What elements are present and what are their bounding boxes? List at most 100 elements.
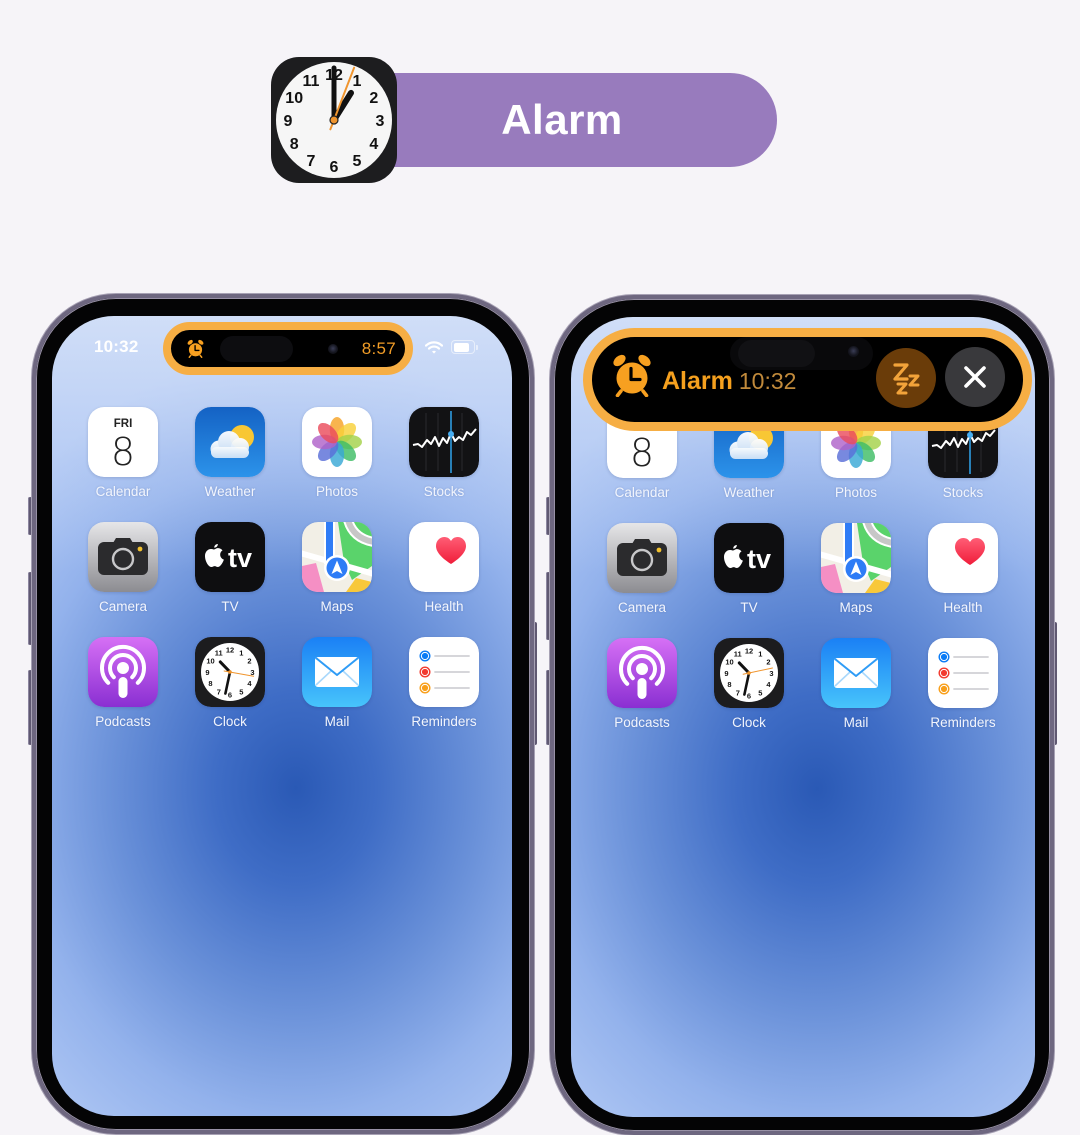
app-photos[interactable]: Photos — [302, 407, 372, 499]
reminders-icon — [928, 638, 998, 708]
alarm-time: 10:32 — [738, 368, 797, 394]
podcasts-icon — [88, 637, 158, 707]
svg-text:10: 10 — [206, 657, 214, 666]
svg-text:8: 8 — [727, 680, 731, 689]
dynamic-island-expanded[interactable]: Alarm 10:32 — [583, 328, 1032, 431]
app-weather[interactable]: Weather — [195, 407, 265, 499]
svg-text:2: 2 — [247, 657, 251, 666]
calendar-date: 8 — [111, 430, 135, 474]
svg-text:1: 1 — [353, 73, 362, 90]
app-label: Stocks — [942, 485, 984, 500]
app-label: Photos — [834, 485, 878, 500]
app-stocks[interactable]: Stocks — [409, 407, 479, 499]
svg-text:9: 9 — [724, 669, 728, 678]
mail-icon — [821, 638, 891, 708]
app-clock[interactable]: 1 2 3 4 5 6 7 8 9 10 11 12 Clock — [195, 637, 265, 729]
app-mail[interactable]: Mail — [821, 638, 891, 730]
svg-text:11: 11 — [734, 649, 742, 658]
clock-icon: 1 2 3 4 5 6 7 8 9 10 11 12 — [714, 638, 784, 708]
maps-icon — [821, 523, 891, 593]
mail-icon — [302, 637, 372, 707]
svg-text:5: 5 — [758, 688, 762, 697]
svg-text:2: 2 — [369, 90, 378, 107]
svg-text:6: 6 — [228, 690, 232, 699]
app-tv[interactable]: tv TV — [195, 522, 265, 614]
svg-text:10: 10 — [725, 658, 733, 667]
app-label: Camera — [617, 600, 666, 615]
app-maps[interactable]: Maps — [302, 522, 372, 614]
svg-text:12: 12 — [745, 646, 753, 655]
front-camera — [848, 346, 859, 357]
app-label: Podcasts — [95, 714, 151, 729]
app-health[interactable]: Health — [928, 523, 998, 615]
app-label: Clock — [732, 715, 766, 730]
health-icon — [409, 522, 479, 592]
sensor-housing — [220, 336, 293, 362]
podcasts-icon — [607, 638, 677, 708]
svg-text:7: 7 — [217, 687, 221, 696]
photos-icon — [302, 407, 372, 477]
app-podcasts[interactable]: Podcasts — [607, 638, 677, 730]
svg-text:5: 5 — [239, 687, 243, 696]
calendar-day: FRI — [114, 418, 133, 430]
alarm-title: Alarm — [662, 367, 733, 395]
app-label: Stocks — [423, 484, 465, 499]
app-calendar[interactable]: FRI 8 Calendar — [88, 407, 158, 499]
app-maps[interactable]: Maps — [821, 523, 891, 615]
svg-text:8: 8 — [290, 136, 299, 153]
sensor-pill — [738, 340, 815, 367]
svg-text:12: 12 — [226, 645, 234, 654]
svg-text:4: 4 — [369, 136, 378, 153]
svg-text:2: 2 — [766, 658, 770, 667]
svg-text:5: 5 — [353, 153, 362, 170]
svg-text:11: 11 — [215, 648, 223, 657]
app-label: Mail — [843, 715, 869, 730]
tv-glyph-text: tv — [228, 543, 252, 573]
app-podcasts[interactable]: Podcasts — [88, 637, 158, 729]
close-icon — [964, 366, 986, 388]
snooze-icon — [893, 363, 920, 395]
app-label: TV — [221, 599, 239, 614]
app-label: TV — [740, 600, 758, 615]
app-mail[interactable]: Mail — [302, 637, 372, 729]
tv-icon: tv — [714, 523, 784, 593]
weather-icon — [195, 407, 265, 477]
svg-text:8: 8 — [208, 679, 212, 688]
reminders-icon — [409, 637, 479, 707]
svg-text:10: 10 — [285, 90, 303, 107]
svg-text:9: 9 — [205, 668, 209, 677]
app-label: Calendar — [614, 485, 670, 500]
svg-text:6: 6 — [330, 159, 339, 176]
page-title: Alarm — [501, 96, 623, 143]
home-screen: 10:32 8:57 FRI 8 Calendar Weather Photos… — [52, 316, 512, 1116]
phone-compact-island: 10:32 8:57 FRI 8 Calendar Weather Photos… — [32, 294, 534, 1134]
tv-icon: tv — [195, 522, 265, 592]
app-health[interactable]: Health — [409, 522, 479, 614]
svg-text:1: 1 — [758, 649, 762, 658]
alarm-countdown: 8:57 — [361, 339, 396, 358]
app-tv[interactable]: tv TV — [714, 523, 784, 615]
app-label: Reminders — [411, 714, 477, 729]
app-label: Camera — [98, 599, 147, 614]
snooze-button[interactable] — [876, 348, 936, 408]
app-label: Health — [943, 600, 983, 615]
app-label: Health — [424, 599, 464, 614]
dismiss-button[interactable] — [945, 347, 1005, 407]
health-icon — [928, 523, 998, 593]
app-camera[interactable]: Camera — [88, 522, 158, 614]
app-label: Photos — [315, 484, 359, 499]
camera-icon — [88, 522, 158, 592]
app-label: Maps — [839, 600, 873, 615]
app-reminders[interactable]: Reminders — [409, 637, 479, 729]
svg-text:7: 7 — [307, 153, 316, 170]
clock-app-icon: 123456789101112 — [271, 57, 397, 183]
alarm-clock-icon — [187, 339, 204, 358]
app-camera[interactable]: Camera — [607, 523, 677, 615]
app-label: Podcasts — [614, 715, 670, 730]
front-camera — [328, 344, 338, 354]
svg-text:11: 11 — [303, 73, 320, 90]
app-label: Mail — [324, 714, 350, 729]
app-reminders[interactable]: Reminders — [928, 638, 998, 730]
dynamic-island-compact[interactable]: 8:57 — [163, 322, 413, 375]
app-clock[interactable]: 1 2 3 4 5 6 7 8 9 10 11 12 Clock — [714, 638, 784, 730]
